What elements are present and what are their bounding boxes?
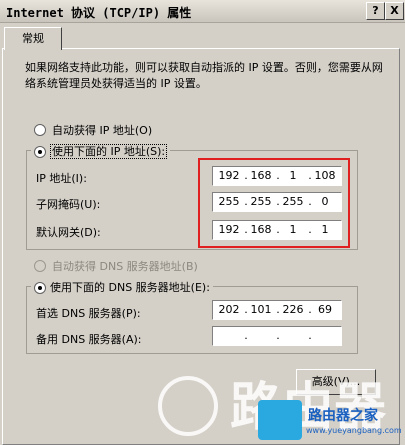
alternate-dns-label: 备用 DNS 服务器(A):	[36, 333, 142, 346]
info-text: 如果网络支持此功能，则可以获取自动指派的 IP 设置。否则，您需要从网络系统管理…	[25, 61, 383, 90]
manual-ip-label[interactable]: 使用下面的 IP 地址(S):	[50, 144, 168, 159]
dot: .	[276, 329, 280, 342]
ip-group-legend: 使用下面的 IP 地址(S):	[31, 143, 171, 159]
subnet-mask-label: 子网掩码(U):	[36, 198, 101, 211]
watermark-brand: 路由器之家	[308, 408, 378, 424]
dot: .	[308, 329, 312, 342]
ip-address-label: IP 地址(I):	[36, 172, 87, 185]
router-logo-icon	[258, 400, 302, 440]
window-title: Internet 协议 (TCP/IP) 属性	[6, 6, 192, 20]
octet: 101	[250, 303, 272, 316]
dns-group-legend: 使用下面的 DNS 服务器地址(E):	[31, 279, 213, 295]
preferred-dns-field[interactable]: 202 . 101 . 226 . 69	[212, 300, 342, 320]
octet: 202	[218, 303, 240, 316]
manual-dns-label[interactable]: 使用下面的 DNS 服务器地址(E):	[50, 281, 210, 294]
dot: .	[244, 329, 248, 342]
octet: 226	[282, 303, 304, 316]
manual-ip-radio[interactable]	[34, 146, 46, 158]
auto-ip-radio[interactable]	[34, 124, 46, 136]
preferred-dns-label: 首选 DNS 服务器(P):	[36, 307, 141, 320]
watermark-logo-icon	[158, 376, 218, 436]
title-bar: Internet 协议 (TCP/IP) 属性 ? X	[0, 0, 405, 23]
help-button[interactable]: ?	[366, 2, 385, 20]
close-button[interactable]: X	[385, 2, 404, 20]
auto-dns-radio	[34, 260, 46, 272]
auto-ip-label[interactable]: 自动获得 IP 地址(O)	[52, 122, 152, 138]
watermark-url: www.yueyangbang.com	[306, 426, 402, 435]
auto-dns-label: 自动获得 DNS 服务器地址(B)	[52, 260, 198, 273]
tcpip-properties-dialog: Internet 协议 (TCP/IP) 属性 ? X 常规 如果网络支持此功能…	[0, 0, 405, 445]
octet: 69	[318, 303, 332, 316]
gateway-label: 默认网关(D):	[36, 226, 101, 239]
manual-dns-radio[interactable]	[34, 282, 46, 294]
highlight-box	[198, 158, 350, 248]
tab-general[interactable]: 常规	[4, 27, 62, 50]
alternate-dns-field[interactable]: . . .	[212, 326, 342, 346]
